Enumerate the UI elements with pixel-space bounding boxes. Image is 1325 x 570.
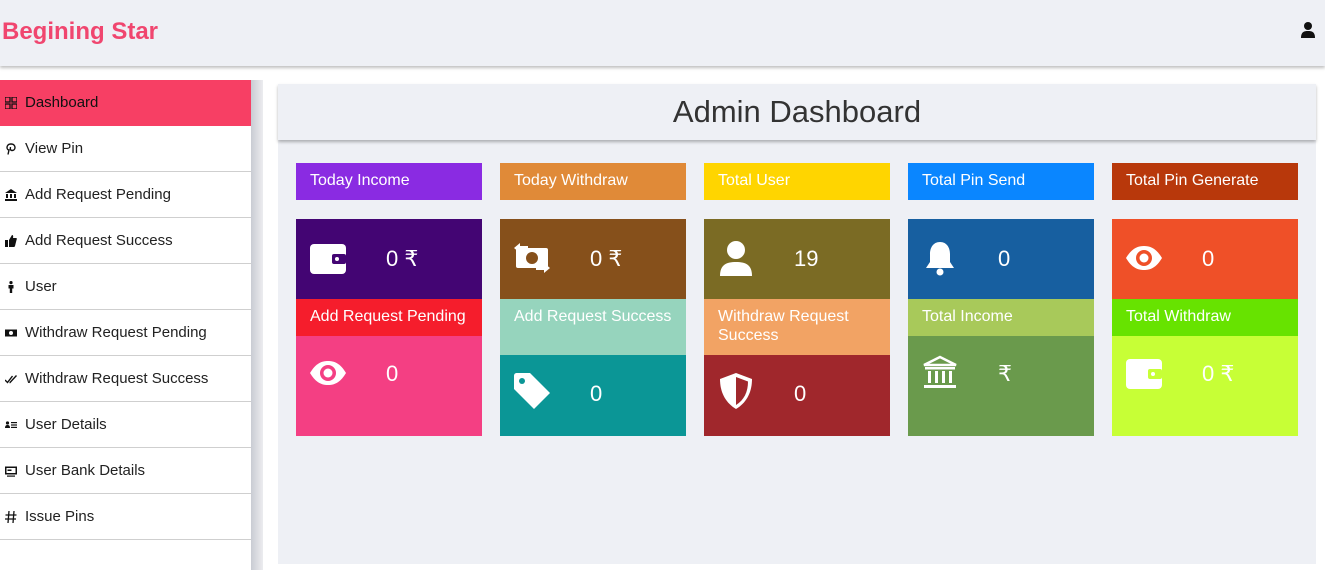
card-total-pin-generate[interactable]: Total Pin Generate 0 — [1112, 163, 1298, 300]
card-title: Total Pin Generate — [1112, 163, 1298, 200]
card-body: 0 — [908, 219, 1094, 300]
sidebar-item-label: Dashboard — [25, 94, 99, 111]
card-icon — [5, 465, 17, 477]
card-value: 0 — [998, 246, 1011, 271]
thumbs-up-icon — [5, 234, 17, 247]
card-title: Total Pin Send — [908, 163, 1094, 200]
card-value: ₹ — [998, 361, 1012, 386]
card-title: Total Income — [908, 299, 1094, 336]
card-title: Total User — [704, 163, 890, 200]
card-title: Today Withdraw — [500, 163, 686, 200]
top-navbar: Begining Star — [0, 0, 1325, 66]
wallet-icon — [1126, 355, 1162, 391]
sidebar-item-add-request-pending[interactable]: Add Request Pending — [0, 172, 251, 218]
card-add-request-success[interactable]: Add Request Success 0 — [500, 299, 686, 436]
card-body: 0 — [500, 355, 686, 436]
sidebar-item-withdraw-request-pending[interactable]: Withdraw Request Pending — [0, 310, 251, 356]
card-title: Total Withdraw — [1112, 299, 1298, 336]
card-withdraw-request-success[interactable]: Withdraw Request Success 0 — [704, 299, 890, 436]
card-total-withdraw[interactable]: Total Withdraw 0 ₹ — [1112, 299, 1298, 436]
sidebar-divider — [251, 80, 263, 570]
sidebar-item-withdraw-request-success[interactable]: Withdraw Request Success — [0, 356, 251, 402]
card-total-income[interactable]: Total Income ₹ — [908, 299, 1094, 436]
double-check-icon — [5, 373, 17, 385]
sidebar-item-user[interactable]: User — [0, 264, 251, 310]
sidebar-item-user-bank-details[interactable]: User Bank Details — [0, 448, 251, 494]
sidebar-item-issue-pins[interactable]: Issue Pins — [0, 494, 251, 540]
bell-icon — [922, 240, 958, 276]
sidebar-item-add-request-success[interactable]: Add Request Success — [0, 218, 251, 264]
sidebar-item-label: Issue Pins — [25, 508, 95, 525]
sidebar-item-user-details[interactable]: User Details — [0, 402, 251, 448]
card-value: 0 — [386, 361, 399, 386]
card-value: 0 ₹ — [386, 246, 419, 271]
sidebar: Dashboard View Pin Add Request Pending A… — [0, 80, 251, 570]
card-body: 0 — [704, 355, 890, 436]
id-list-icon — [5, 419, 17, 431]
dashboard-icon — [5, 96, 17, 109]
main-panel: Admin Dashboard Today Income 0 ₹ Today W… — [278, 84, 1316, 564]
sidebar-item-label: User — [25, 278, 57, 295]
brand-title[interactable]: Begining Star — [2, 18, 158, 46]
sidebar-item-dashboard[interactable]: Dashboard — [0, 80, 251, 126]
page-title: Admin Dashboard — [278, 84, 1316, 140]
person-icon — [5, 280, 17, 293]
money-icon — [5, 327, 17, 339]
card-today-withdraw[interactable]: Today Withdraw 0 ₹ — [500, 163, 686, 300]
sidebar-item-label: Add Request Success — [25, 232, 173, 249]
card-add-request-pending[interactable]: Add Request Pending 0 — [296, 299, 482, 436]
sidebar-item-label: View Pin — [25, 140, 84, 157]
card-body: 0 ₹ — [296, 219, 482, 300]
pinterest-icon — [5, 142, 17, 155]
sidebar-item-label: Withdraw Request Success — [25, 370, 209, 387]
sidebar-item-label: Add Request Pending — [25, 186, 171, 203]
card-today-income[interactable]: Today Income 0 ₹ — [296, 163, 482, 300]
sidebar-item-label: User Details — [25, 416, 107, 433]
card-value: 0 — [794, 381, 807, 406]
card-title: Today Income — [296, 163, 482, 200]
card-total-user[interactable]: Total User 19 — [704, 163, 890, 300]
wallet-icon — [310, 240, 346, 276]
card-value: 0 — [590, 381, 603, 406]
user-icon — [718, 240, 754, 276]
eye-icon — [1126, 240, 1162, 276]
card-body: ₹ — [908, 336, 1094, 436]
card-value: 19 — [794, 246, 819, 271]
hash-icon — [5, 510, 17, 523]
card-body: 0 ₹ — [500, 219, 686, 300]
card-title: Add Request Pending — [296, 299, 482, 336]
shield-icon — [718, 373, 754, 409]
card-body: 0 — [296, 336, 482, 436]
card-title: Add Request Success — [500, 299, 686, 355]
card-body: 0 ₹ — [1112, 336, 1298, 436]
card-value: 0 ₹ — [590, 246, 623, 271]
bank-icon — [5, 188, 17, 201]
sidebar-item-label: Withdraw Request Pending — [25, 324, 207, 341]
money-exchange-icon — [514, 240, 550, 276]
bank-icon — [922, 355, 958, 391]
sidebar-item-label: User Bank Details — [25, 462, 146, 479]
eye-icon — [310, 355, 346, 391]
card-title: Withdraw Request Success — [704, 299, 890, 355]
card-value: 0 — [1202, 246, 1215, 271]
card-body: 0 — [1112, 219, 1298, 300]
tag-icon — [514, 373, 550, 409]
card-total-pin-send[interactable]: Total Pin Send 0 — [908, 163, 1094, 300]
card-value: 0 ₹ — [1202, 361, 1235, 386]
user-icon[interactable] — [1301, 22, 1315, 38]
sidebar-item-view-pin[interactable]: View Pin — [0, 126, 251, 172]
card-body: 19 — [704, 219, 890, 300]
